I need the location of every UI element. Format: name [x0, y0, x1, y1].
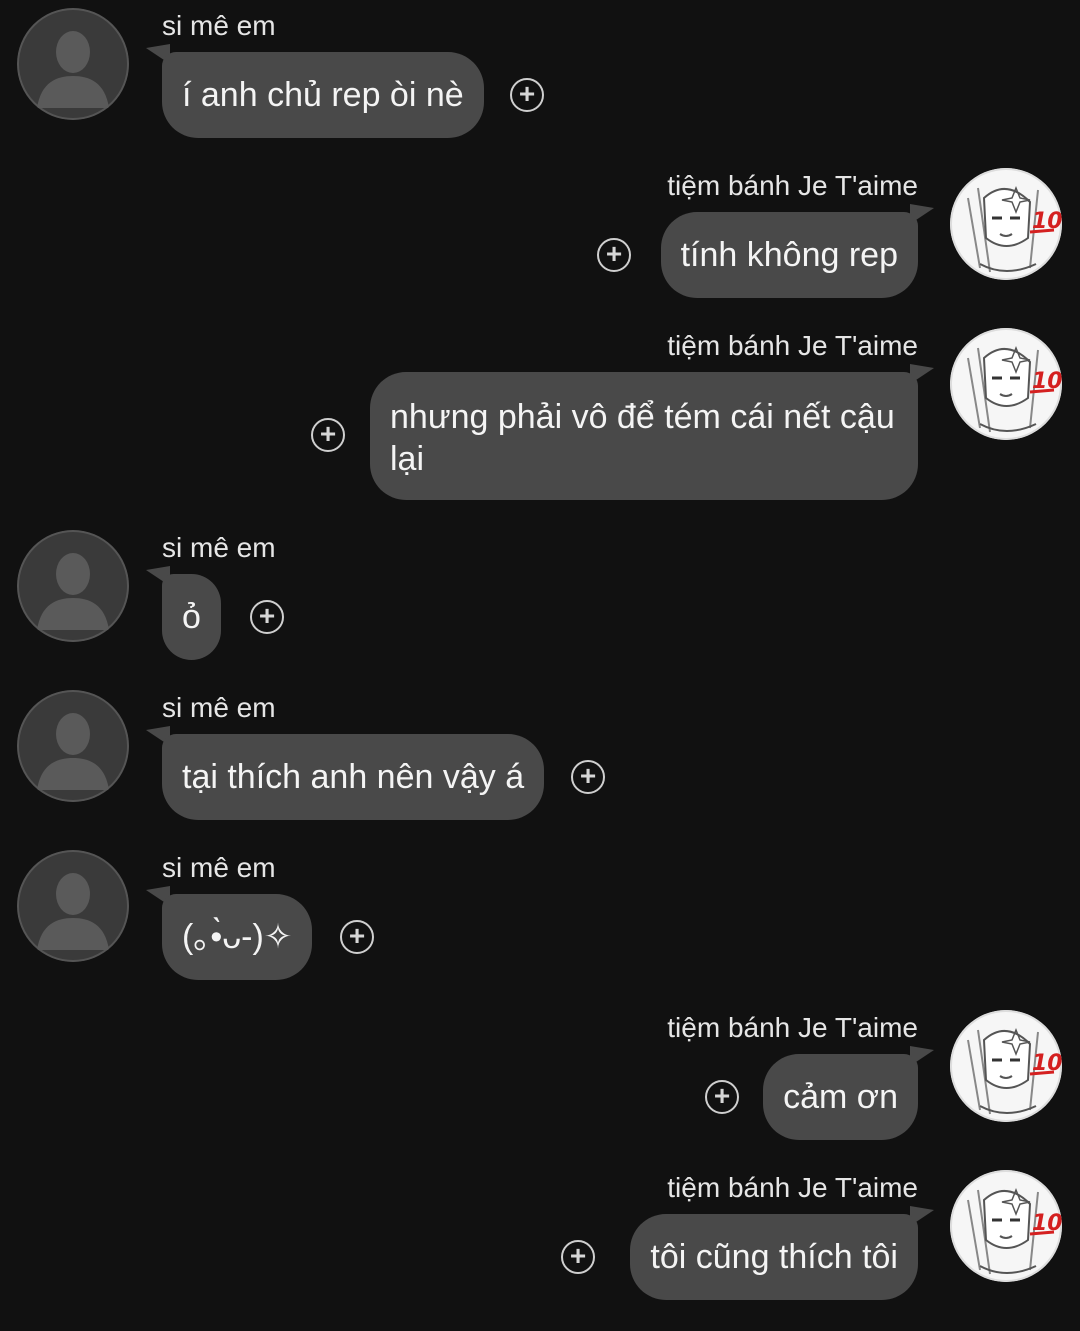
- manga-girl-avatar-icon: 10: [950, 1170, 1062, 1282]
- default-person-silhouette-icon: [17, 530, 129, 642]
- add-reaction-icon[interactable]: +: [705, 1080, 739, 1114]
- message-bubble[interactable]: tôi cũng thích tôi: [630, 1214, 918, 1300]
- message-bubble[interactable]: í anh chủ rep òi nè: [162, 52, 484, 138]
- contact-avatar[interactable]: 10: [950, 1170, 1062, 1282]
- sender-name: si mê em: [162, 852, 276, 883]
- contact-avatar[interactable]: 10: [950, 1010, 1062, 1122]
- contact-avatar[interactable]: [17, 530, 129, 642]
- add-reaction-icon[interactable]: +: [571, 760, 605, 794]
- sender-name: tiệm bánh Je T'aime: [667, 330, 918, 361]
- message-bubble[interactable]: (｡•̀ᴗ-)✧: [162, 894, 313, 980]
- sender-name: si mê em: [162, 10, 276, 41]
- add-reaction-icon[interactable]: +: [250, 600, 284, 634]
- sender-name: si mê em: [162, 532, 276, 563]
- contact-avatar[interactable]: 10: [950, 168, 1062, 280]
- manga-girl-avatar-icon: 10: [950, 328, 1062, 440]
- message-bubble[interactable]: nhưng phải vô để tém cái nết cậu lại: [370, 372, 918, 500]
- add-reaction-icon[interactable]: +: [311, 418, 345, 452]
- default-person-silhouette-icon: [17, 690, 129, 802]
- contact-avatar[interactable]: 10: [950, 328, 1062, 440]
- contact-avatar[interactable]: [17, 850, 129, 962]
- manga-girl-avatar-icon: 10: [950, 168, 1062, 280]
- add-reaction-icon[interactable]: +: [510, 78, 544, 112]
- message-bubble[interactable]: cảm ơn: [763, 1054, 918, 1140]
- sender-name: tiệm bánh Je T'aime: [667, 1172, 918, 1203]
- default-person-silhouette-icon: [17, 8, 129, 120]
- chat-thread: si mê em í anh chủ rep òi nè + 10 tiệm b…: [0, 0, 1080, 1331]
- contact-avatar[interactable]: [17, 690, 129, 802]
- add-reaction-icon[interactable]: +: [597, 238, 631, 272]
- add-reaction-icon[interactable]: +: [340, 920, 374, 954]
- message-bubble[interactable]: ỏ: [162, 574, 221, 660]
- manga-girl-avatar-icon: 10: [950, 1010, 1062, 1122]
- message-bubble[interactable]: tính không rep: [660, 212, 918, 298]
- sender-name: tiệm bánh Je T'aime: [667, 1012, 918, 1043]
- default-person-silhouette-icon: [17, 850, 129, 962]
- contact-avatar[interactable]: [17, 8, 129, 120]
- message-bubble[interactable]: tại thích anh nên vậy á: [162, 734, 545, 820]
- add-reaction-icon[interactable]: +: [561, 1240, 595, 1274]
- sender-name: si mê em: [162, 692, 276, 723]
- sender-name: tiệm bánh Je T'aime: [667, 170, 918, 201]
